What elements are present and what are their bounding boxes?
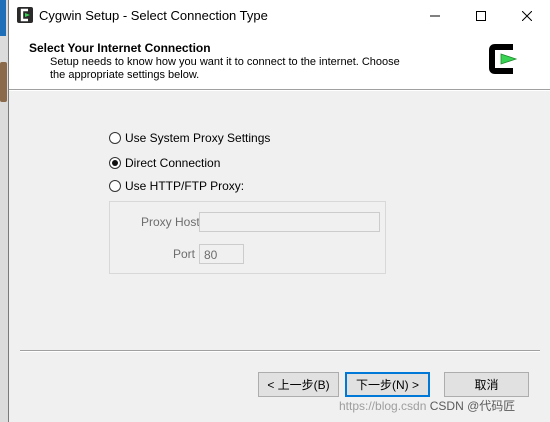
option-direct-connection[interactable]: Direct Connection <box>109 155 220 171</box>
proxy-host-label: Proxy Host <box>141 215 200 229</box>
option-label: Use HTTP/FTP Proxy: <box>125 179 245 193</box>
footer-divider-highlight <box>20 351 540 352</box>
close-icon <box>522 10 532 21</box>
watermark: https://blog.csdn CSDN @代码匠 <box>339 397 515 414</box>
title-bar[interactable]: Cygwin Setup - Select Connection Type <box>9 0 550 31</box>
option-system-proxy[interactable]: Use System Proxy Settings <box>109 130 270 146</box>
watermark-url: https://blog.csdn <box>339 399 427 413</box>
desktop-icon-fragment <box>0 62 7 102</box>
port-input[interactable]: 80 <box>199 244 244 264</box>
option-label: Use System Proxy Settings <box>125 131 271 145</box>
cancel-button[interactable]: 取消 <box>444 372 529 397</box>
minimize-icon <box>430 15 440 16</box>
desktop-background-strip <box>0 0 8 422</box>
watermark-credit: CSDN @代码匠 <box>429 399 516 413</box>
radio-button-selected[interactable] <box>109 157 121 169</box>
desktop-icon-fragment <box>0 0 6 36</box>
minimize-button[interactable] <box>412 0 458 31</box>
cygwin-logo-icon <box>487 42 523 76</box>
proxy-settings-group: Proxy Host Port 80 <box>109 201 386 274</box>
setup-dialog: Cygwin Setup - Select Connection Type Se… <box>8 0 550 422</box>
maximize-icon <box>476 10 486 21</box>
back-button[interactable]: < 上一步(B) <box>258 372 339 397</box>
header-divider-highlight <box>9 90 550 91</box>
close-button[interactable] <box>504 0 550 31</box>
option-label: Direct Connection <box>125 156 221 170</box>
next-button[interactable]: 下一步(N) > <box>345 372 430 397</box>
maximize-button[interactable] <box>458 0 504 31</box>
proxy-host-input[interactable] <box>199 212 380 232</box>
port-label: Port <box>173 247 196 261</box>
option-http-ftp-proxy[interactable]: Use HTTP/FTP Proxy: <box>109 178 244 194</box>
radio-button[interactable] <box>109 180 121 192</box>
radio-button[interactable] <box>109 132 121 144</box>
page-description: Setup needs to know how you want it to c… <box>50 56 400 81</box>
cygwin-app-icon <box>17 7 33 23</box>
page-title: Select Your Internet Connection <box>29 41 211 55</box>
window-title: Cygwin Setup - Select Connection Type <box>39 8 268 23</box>
wizard-header: Select Your Internet Connection Setup ne… <box>9 31 550 89</box>
